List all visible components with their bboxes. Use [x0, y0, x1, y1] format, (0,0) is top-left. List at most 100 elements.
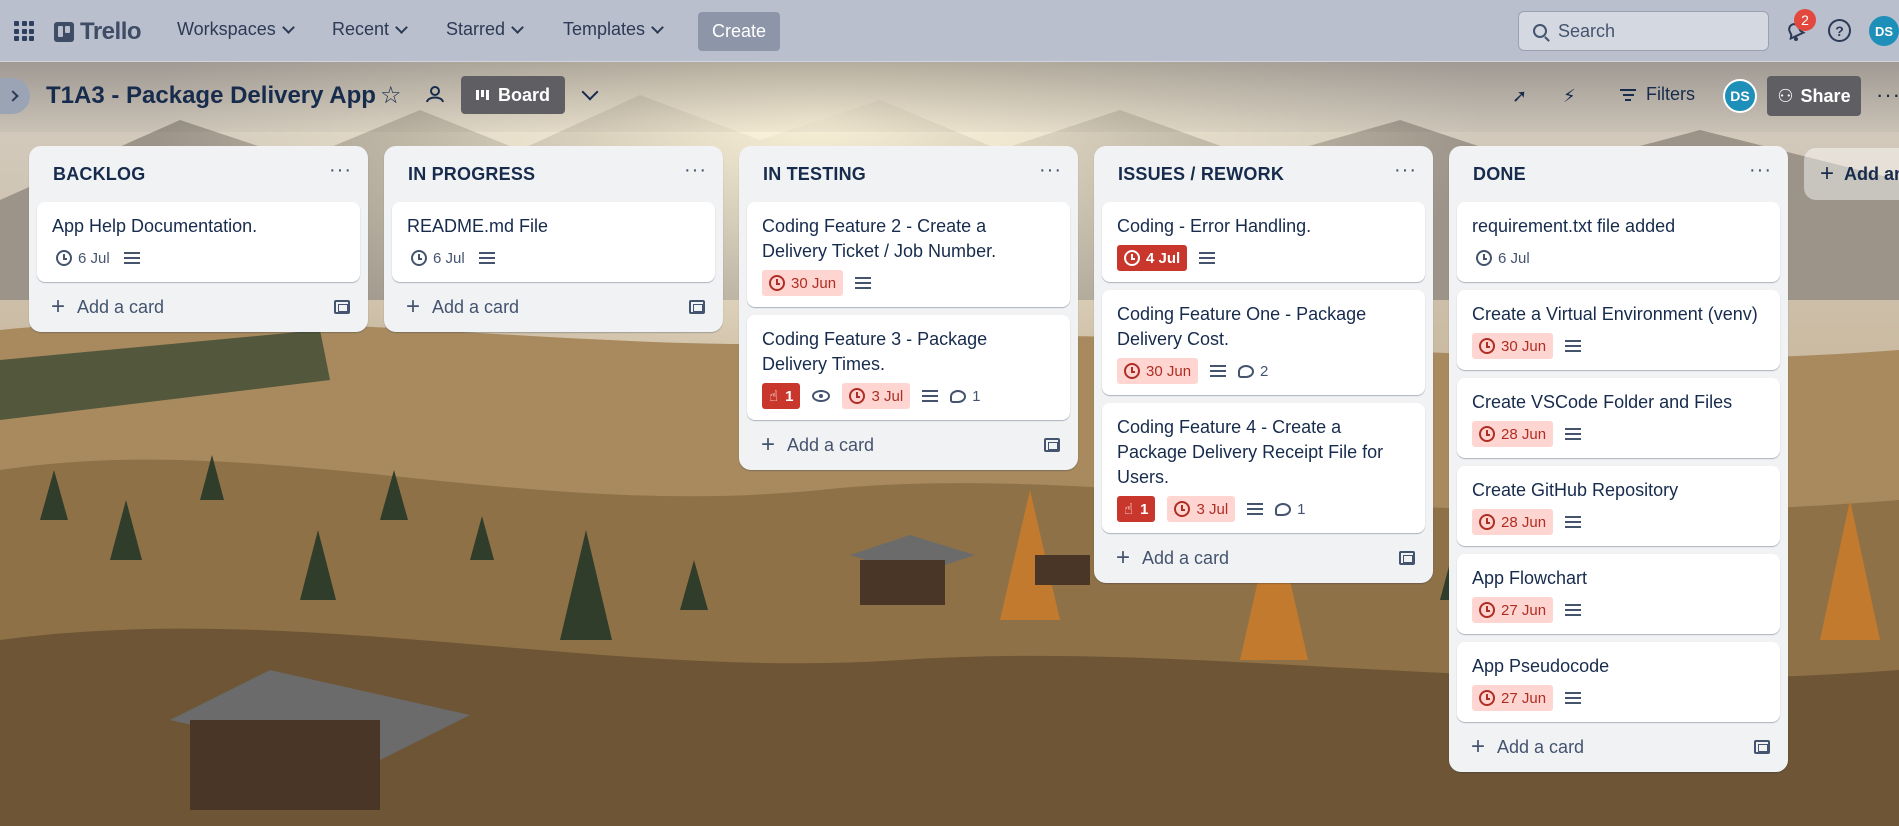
- card-badges: 28 Jun: [1472, 420, 1766, 448]
- list-actions-icon[interactable]: ···: [1039, 160, 1062, 188]
- thumbs-up-icon: ☝: [1124, 501, 1134, 518]
- due-date-badge: 6 Jul: [1472, 245, 1532, 271]
- watching-eye-icon: [812, 390, 831, 402]
- board-member-avatar[interactable]: DS: [1723, 79, 1757, 113]
- add-card-label: Add a card: [1142, 547, 1230, 568]
- account-avatar[interactable]: DS: [1869, 16, 1899, 46]
- card[interactable]: App Flowchart 27 Jun: [1457, 554, 1780, 634]
- comment-icon: [1275, 502, 1292, 516]
- description-icon: [922, 390, 939, 402]
- card[interactable]: Create VSCode Folder and Files 28 Jun: [1457, 378, 1780, 458]
- nav-templates[interactable]: Templates: [563, 19, 664, 40]
- plus-icon: +: [51, 293, 66, 320]
- board-view-button[interactable]: Board: [461, 76, 565, 114]
- card-badges: 30 Jun 2: [1117, 357, 1411, 385]
- create-from-template-icon[interactable]: [1399, 551, 1415, 565]
- list-in-testing: IN TESTING ··· Coding Feature 2 - Create…: [739, 146, 1078, 470]
- card[interactable]: Coding Feature 2 - Create a Delivery Tic…: [747, 202, 1070, 307]
- power-ups-rocket-icon[interactable]: ➚: [1512, 86, 1527, 107]
- chevron-down-icon: [651, 20, 664, 34]
- nav-starred[interactable]: Starred: [446, 19, 524, 40]
- list-title[interactable]: BACKLOG: [53, 164, 145, 185]
- add-card-button[interactable]: + Add a card: [1116, 546, 1229, 570]
- clock-icon: [411, 250, 427, 266]
- plus-icon: +: [406, 293, 421, 320]
- due-date-badge: 4 Jul: [1117, 245, 1188, 271]
- card-badges: 30 Jun: [762, 269, 1056, 297]
- card-badges: 4 Jul: [1117, 244, 1411, 272]
- card[interactable]: Coding Feature 3 - Package Delivery Time…: [747, 315, 1070, 420]
- comment-icon: [1238, 364, 1255, 378]
- board-title[interactable]: T1A3 - Package Delivery App: [46, 82, 376, 110]
- filters-button[interactable]: Filters: [1620, 84, 1695, 105]
- vote-badge: ☝ 1: [1117, 496, 1156, 522]
- card-badges: 6 Jul: [1472, 244, 1766, 272]
- clock-icon: [1174, 501, 1191, 517]
- list-footer: + Add a card: [1102, 533, 1425, 583]
- list-header: IN PROGRESS ···: [392, 154, 715, 194]
- plus-icon: +: [1471, 733, 1486, 760]
- list-done: DONE ··· requirement.txt file added 6 Ju…: [1449, 146, 1788, 772]
- create-button[interactable]: Create: [698, 12, 780, 51]
- list-title[interactable]: IN TESTING: [763, 164, 866, 185]
- card[interactable]: Coding Feature 4 - Create a Package Deli…: [1102, 403, 1425, 533]
- description-icon: [123, 252, 140, 264]
- nav-workspaces[interactable]: Workspaces: [177, 19, 295, 40]
- trello-logo[interactable]: Trello: [54, 18, 142, 46]
- card[interactable]: requirement.txt file added 6 Jul: [1457, 202, 1780, 282]
- add-card-label: Add a card: [432, 296, 520, 317]
- list-title[interactable]: ISSUES / REWORK: [1118, 164, 1284, 185]
- search-placeholder: Search: [1558, 20, 1616, 41]
- star-board-icon[interactable]: ☆: [380, 81, 402, 110]
- app-switcher-icon[interactable]: [14, 21, 34, 41]
- list-footer: + Add a card: [392, 282, 715, 332]
- clock-icon: [1479, 426, 1495, 442]
- sidebar-expand-button[interactable]: [0, 78, 30, 114]
- create-from-template-icon[interactable]: [1044, 438, 1060, 452]
- add-card-label: Add a card: [1497, 736, 1585, 757]
- list-actions-icon[interactable]: ···: [1749, 160, 1772, 188]
- add-card-button[interactable]: + Add a card: [761, 433, 874, 457]
- create-from-template-icon[interactable]: [1754, 740, 1770, 754]
- create-from-template-icon[interactable]: [334, 300, 350, 314]
- due-date-badge: 6 Jul: [52, 245, 112, 271]
- card[interactable]: Create a Virtual Environment (venv) 30 J…: [1457, 290, 1780, 370]
- add-card-button[interactable]: + Add a card: [1471, 735, 1584, 759]
- filters-label: Filters: [1646, 84, 1695, 104]
- list-actions-icon[interactable]: ···: [684, 160, 707, 188]
- search-input[interactable]: Search: [1518, 11, 1769, 51]
- card[interactable]: Coding Feature One - Package Delivery Co…: [1102, 290, 1425, 395]
- chevron-down-icon: [395, 20, 408, 34]
- clock-icon: [1124, 363, 1140, 379]
- card[interactable]: App Pseudocode 27 Jun: [1457, 642, 1780, 722]
- card-title: Coding Feature 3 - Package Delivery Time…: [762, 329, 988, 374]
- list-actions-icon[interactable]: ···: [329, 160, 352, 188]
- card-title: Create GitHub Repository: [1472, 480, 1679, 500]
- workspace-visibility-icon[interactable]: [425, 84, 445, 104]
- card-title: Coding - Error Handling.: [1117, 216, 1312, 236]
- plus-icon: +: [761, 431, 776, 458]
- description-icon: [1565, 692, 1582, 704]
- automation-bolt-icon[interactable]: ⚡: [1563, 86, 1576, 107]
- share-button[interactable]: ⚇ Share: [1767, 76, 1861, 116]
- view-switcher-chevron-icon[interactable]: [581, 83, 599, 101]
- help-icon[interactable]: ?: [1828, 19, 1851, 42]
- card-title: App Flowchart: [1472, 568, 1588, 588]
- add-card-button[interactable]: + Add a card: [406, 295, 519, 319]
- card-title: Coding Feature 4 - Create a Package Deli…: [1117, 417, 1384, 487]
- card[interactable]: Coding - Error Handling. 4 Jul: [1102, 202, 1425, 282]
- add-list-button[interactable]: + Add another list: [1804, 148, 1899, 200]
- add-card-button[interactable]: + Add a card: [51, 295, 164, 319]
- card[interactable]: App Help Documentation. 6 Jul: [37, 202, 360, 282]
- list-title[interactable]: IN PROGRESS: [408, 164, 535, 185]
- due-date-badge: 27 Jun: [1472, 685, 1554, 711]
- card[interactable]: Create GitHub Repository 28 Jun: [1457, 466, 1780, 546]
- create-from-template-icon[interactable]: [689, 300, 705, 314]
- nav-recent[interactable]: Recent: [332, 19, 408, 40]
- card[interactable]: README.md File 6 Jul: [392, 202, 715, 282]
- board-view-label: Board: [497, 84, 550, 105]
- list-actions-icon[interactable]: ···: [1394, 160, 1417, 188]
- board-menu-icon[interactable]: ···: [1876, 82, 1899, 108]
- clock-icon: [849, 388, 866, 404]
- list-title[interactable]: DONE: [1473, 164, 1526, 185]
